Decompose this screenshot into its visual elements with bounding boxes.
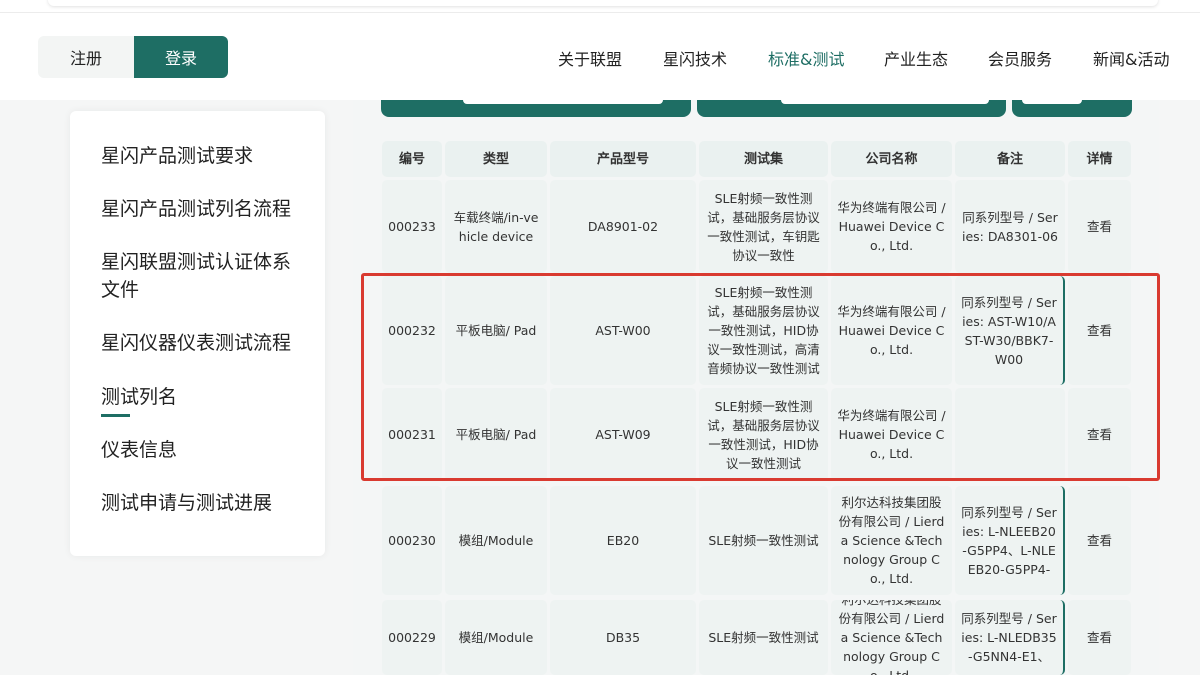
column-header-detail: 详情 (1068, 141, 1131, 177)
table-row-test-set: SLE射频一致性测试，基础服务层协议一致性测试，HID协议一致性测试，高清音频协… (699, 276, 828, 385)
view-detail-link[interactable]: 查看 (1068, 600, 1131, 675)
table-row-id: 000230 (382, 486, 442, 595)
main-nav: 关于联盟 星闪技术 标准&测试 产业生态 会员服务 新闻&活动 (0, 36, 1200, 78)
view-detail-link[interactable]: 查看 (1068, 388, 1131, 481)
table-row-type: 模组/Module (445, 600, 547, 675)
table-row-company: 利尔达科技集团股份有限公司 / Lierda Science &Technolo… (831, 600, 952, 675)
nav-item-standards-testing[interactable]: 标准&测试 (768, 46, 844, 70)
table-row-id: 000231 (382, 388, 442, 481)
sidebar-item-listing-process[interactable]: 星闪产品测试列名流程 (101, 195, 301, 223)
column-header-model: 产品型号 (550, 141, 696, 177)
sidebar: 星闪产品测试要求 星闪产品测试列名流程 星闪联盟测试认证体系文件 星闪仪器仪表测… (70, 111, 325, 556)
table-row-test-set: SLE射频一致性测试，基础服务层协议一致性测试，HID协议一致性测试 (699, 388, 828, 481)
view-detail-link[interactable]: 查看 (1068, 276, 1131, 385)
sidebar-item-test-application[interactable]: 测试申请与测试进展 (101, 489, 301, 517)
column-header-type: 类型 (445, 141, 547, 177)
table-row-company: 华为终端有限公司 / Huawei Device Co., Ltd. (831, 180, 952, 273)
table-row-company: 利尔达科技集团股份有限公司 / Lierda Science &Technolo… (831, 486, 952, 595)
nav-item-about[interactable]: 关于联盟 (558, 46, 622, 70)
table-row-type: 平板电脑/ Pad (445, 388, 547, 481)
view-detail-link[interactable]: 查看 (1068, 180, 1131, 273)
table-row-note: 同系列型号 / Series: AST-W10/AST-W30/BBK7-W00 (955, 276, 1065, 385)
filter-control-2[interactable] (697, 100, 1006, 117)
table-row-note (955, 388, 1065, 481)
filter-control-1[interactable] (381, 100, 691, 117)
column-header-note: 备注 (955, 141, 1065, 177)
sidebar-item-certification-docs[interactable]: 星闪联盟测试认证体系文件 (101, 248, 301, 304)
search-bar-edge[interactable] (48, 0, 1158, 6)
table-row-note: 同系列型号 / Series: DA8301-06 (955, 180, 1065, 273)
nav-item-ecosystem[interactable]: 产业生态 (884, 46, 948, 70)
table-row-type: 平板电脑/ Pad (445, 276, 547, 385)
column-header-company: 公司名称 (831, 141, 952, 177)
column-header-test-set: 测试集 (699, 141, 828, 177)
search-button[interactable] (1012, 100, 1132, 117)
sidebar-item-test-requirements[interactable]: 星闪产品测试要求 (101, 142, 301, 170)
sidebar-item-test-listing[interactable]: 测试列名 (101, 383, 301, 411)
view-detail-link[interactable]: 查看 (1068, 486, 1131, 595)
table-row-model: DA8901-02 (550, 180, 696, 273)
table-row-test-set: SLE射频一致性测试 (699, 486, 828, 595)
sidebar-item-instrument-process[interactable]: 星闪仪器仪表测试流程 (101, 329, 301, 357)
table-row-id: 000229 (382, 600, 442, 675)
sidebar-item-instrument-info[interactable]: 仪表信息 (101, 436, 301, 464)
active-indicator (101, 414, 130, 417)
table-row-model: DB35 (550, 600, 696, 675)
nav-item-news-events[interactable]: 新闻&活动 (1093, 46, 1169, 70)
table-row-test-set: SLE射频一致性测试 (699, 600, 828, 675)
column-header-id: 编号 (382, 141, 442, 177)
table-row-type: 车载终端/in-vehicle device (445, 180, 547, 273)
table-row-type: 模组/Module (445, 486, 547, 595)
table-row-id: 000232 (382, 276, 442, 385)
nav-item-technology[interactable]: 星闪技术 (663, 46, 727, 70)
table-row-model: AST-W00 (550, 276, 696, 385)
top-search-bar-area (0, 0, 1200, 13)
nav-item-membership[interactable]: 会员服务 (988, 46, 1052, 70)
table-row-note: 同系列型号 / Series: L-NLEDB35-G5NN4-E1、 (955, 600, 1065, 675)
table-row-test-set: SLE射频一致性测试，基础服务层协议一致性测试，车钥匙协议一致性 (699, 180, 828, 273)
table-row-model: AST-W09 (550, 388, 696, 481)
table-row-model: EB20 (550, 486, 696, 595)
table-row-note: 同系列型号 / Series: L-NLEEB20-G5PP4、L-NLEEB2… (955, 486, 1065, 595)
table-row-company: 华为终端有限公司 / Huawei Device Co., Ltd. (831, 276, 952, 385)
table-row-id: 000233 (382, 180, 442, 273)
table-row-company: 华为终端有限公司 / Huawei Device Co., Ltd. (831, 388, 952, 481)
